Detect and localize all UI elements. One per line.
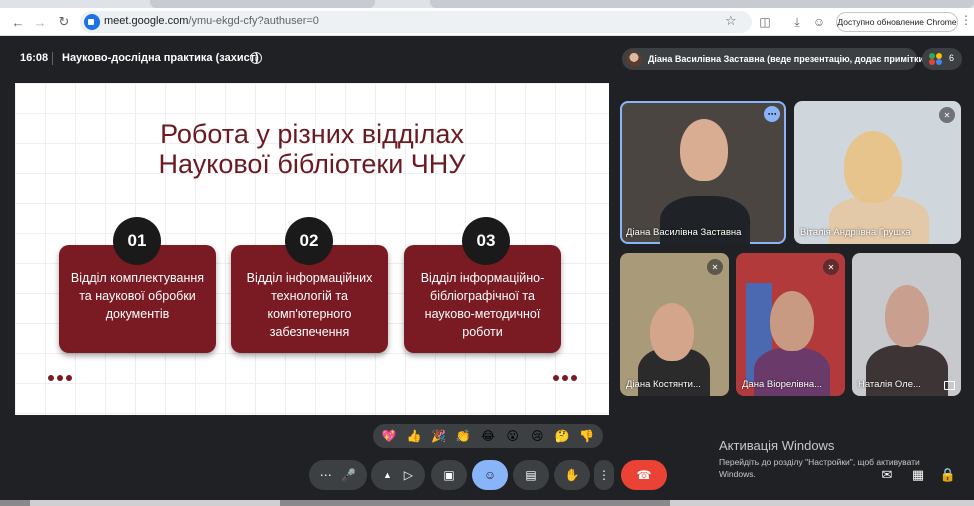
mic-off-icon: ✕ [939,107,955,123]
more-options-icon[interactable]: ⋯ [764,106,780,122]
info-icon[interactable]: i [250,52,262,64]
browser-tab[interactable] [150,0,375,8]
people-icon [929,53,943,65]
windows-activation-watermark: Активація Windows Перейдіть до розділу "… [719,438,939,480]
emoji-icon: ☺ [483,468,497,482]
participant-video [650,303,694,361]
pip-icon[interactable] [944,381,955,390]
decorative-dots [48,375,72,381]
more-vert-icon: ⋮ [598,468,610,482]
reload-icon[interactable]: ↻ [54,12,74,32]
browser-toolbar: ← → ↻ meet.google.com/ymu-ekgd-cfy?authu… [0,8,974,36]
presenter-chip[interactable]: Діана Василівна Заставна (веде презентац… [622,48,927,70]
browser-menu-icon[interactable]: ⋮ [960,13,972,27]
mic-off-icon: ✕ [823,259,839,275]
captions-icon: ▤ [525,468,537,482]
mic-off-icon: ✕ [707,259,723,275]
meeting-time: 16:08 [20,52,49,64]
mic-control-group: ⋯ 🎤 [309,460,367,490]
watermark-heading: Активація Windows [719,438,835,453]
participant-video [885,285,929,347]
reaction-thumbs-down[interactable]: 👎 [577,429,597,443]
card-text: Відділ інформаційно-бібліографічної та н… [420,271,545,339]
tab-strip [0,0,974,8]
participant-name: Дана Віорелівна... [742,379,823,390]
participant-tile[interactable]: ⋯ Діана Василівна Заставна [620,101,786,244]
host-controls-icon[interactable]: 🔒 [938,466,958,484]
participant-name: Діана Костянти... [626,379,701,390]
reaction-sad[interactable]: 😢 [527,429,547,443]
bookmark-star-icon[interactable]: ☆ [725,13,737,29]
video-options-icon[interactable]: ▲ [383,470,392,480]
participant-name: Діана Василівна Заставна [626,227,742,238]
reaction-thinking[interactable]: 🤔 [552,429,572,443]
download-icon[interactable]: ⤓ [788,13,806,31]
more-options-button[interactable]: ⋮ [594,460,614,490]
participant-name: Наталія Оле... [858,379,921,390]
decorative-dots [553,375,577,381]
camera-icon[interactable]: ▷ [404,468,413,482]
meet-logo-icon [84,14,100,30]
reaction-heart[interactable]: 💖 [379,429,399,443]
presentation-slide: Робота у різних відділах Наукової бібліо… [15,83,609,415]
card-number: 02 [285,217,333,265]
reactions-bar: 💖 👍 🎉 👏 😂 😮 😢 🤔 👎 [373,424,603,448]
participant-tile[interactable]: Наталія Оле... [852,253,961,396]
profile-icon[interactable]: ☺ [810,13,828,31]
reaction-surprised[interactable]: 😮 [503,429,523,443]
reaction-thumbs-up[interactable]: 👍 [404,429,424,443]
slide-title-line: Робота у різних відділах [160,119,464,149]
emoji-reactions-button[interactable]: ☺ [472,460,508,490]
card-text: Відділ комплектування та наукової обробк… [70,271,205,321]
reaction-laugh[interactable]: 😂 [478,429,498,443]
participant-tile[interactable]: ✕ Дана Віорелівна... [736,253,845,396]
avatar [626,51,642,67]
audio-options-icon[interactable]: ⋯ [320,468,332,482]
presenter-label: Діана Василівна Заставна (веде презентац… [648,54,927,64]
participant-name: Віталія Андріївна Грушка [800,227,911,238]
slide-title-line: Наукової бібліотеки ЧНУ [158,149,466,179]
chrome-update-button[interactable]: Доступно обновление Chrome [836,12,958,32]
captions-button[interactable]: ▤ [513,460,549,490]
taskbar-strip [0,500,974,506]
back-icon[interactable]: ← [8,12,28,32]
reaction-clap[interactable]: 👏 [453,429,473,443]
microphone-icon[interactable]: 🎤 [341,468,356,482]
header-divider [52,52,53,65]
extensions-icon[interactable]: ◫ [756,13,774,31]
camera-control-group: ▲ ▷ [371,460,425,490]
forward-icon[interactable]: → [30,12,50,32]
people-button[interactable]: 6 [922,48,962,70]
chat-icon[interactable]: ✉ [877,466,897,484]
participant-video [844,131,902,203]
browser-tab[interactable] [430,0,974,8]
participant-video [680,119,728,181]
card-number: 03 [462,217,510,265]
raise-hand-button[interactable]: ✋ [554,460,590,490]
watermark-subtext: Перейдіть до розділу "Настройки", щоб ак… [719,457,920,479]
url-text: meet.google.com/ymu-ekgd-cfy?authuser=0 [104,15,319,27]
meeting-title: Науково-дослідна практика (захист) [62,52,259,64]
participant-tile[interactable]: ✕ Діана Костянти... [620,253,729,396]
end-call-icon: ☎ [636,468,652,482]
reaction-party[interactable]: 🎉 [429,429,449,443]
people-count: 6 [949,53,955,63]
present-icon: ▣ [443,468,455,482]
hand-icon: ✋ [564,468,580,482]
activities-icon[interactable]: ▦ [908,466,928,484]
slide-title: Робота у різних відділах Наукової бібліо… [15,119,609,179]
address-bar[interactable]: meet.google.com/ymu-ekgd-cfy?authuser=0 … [80,11,752,33]
participant-tile[interactable]: ✕ Віталія Андріївна Грушка [794,101,961,244]
card-text: Відділ інформаційних технологій та комп'… [246,271,373,339]
leave-call-button[interactable]: ☎ [621,460,667,490]
card-number: 01 [113,217,161,265]
present-screen-button[interactable]: ▣ [431,460,467,490]
participant-video [770,291,814,351]
